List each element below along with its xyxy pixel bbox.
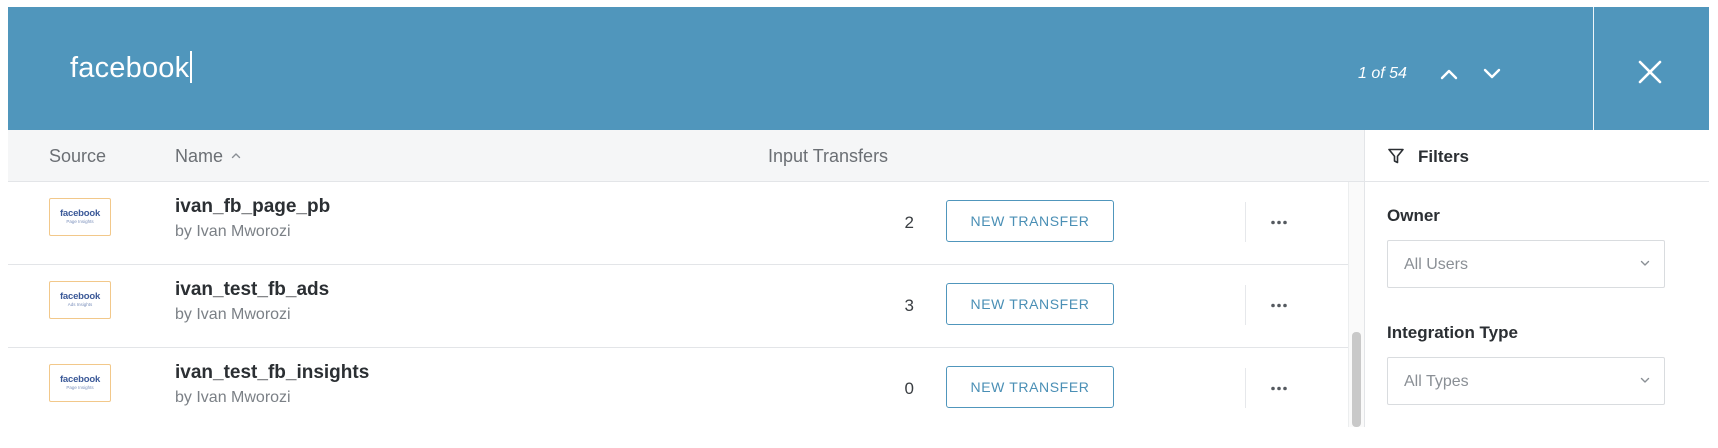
search-query: facebook bbox=[70, 52, 190, 84]
search-input[interactable]: facebook bbox=[70, 51, 192, 85]
header-divider bbox=[1593, 7, 1594, 130]
integration-type-select-value: All Types bbox=[1404, 373, 1469, 390]
match-counter: 1 of 54 bbox=[1358, 65, 1407, 82]
owner-select[interactable]: All Users bbox=[1387, 240, 1665, 288]
close-icon bbox=[1638, 60, 1662, 84]
more-options-button[interactable] bbox=[1264, 210, 1294, 234]
filters-panel: Filters Owner All Users Integration Type… bbox=[1364, 130, 1709, 427]
search-bar: facebook 1 of 54 bbox=[8, 7, 1709, 130]
chevron-down-icon bbox=[1640, 377, 1650, 383]
filters-header[interactable]: Filters bbox=[1365, 130, 1709, 182]
column-header-input-transfers[interactable]: Input Transfers bbox=[768, 146, 888, 167]
logo-brand: facebook bbox=[59, 291, 101, 302]
ellipsis-icon bbox=[1271, 303, 1287, 307]
integration-owner: by Ivan Mworozi bbox=[175, 389, 291, 406]
row-divider bbox=[1245, 368, 1246, 408]
more-options-button[interactable] bbox=[1264, 293, 1294, 317]
text-caret bbox=[190, 51, 192, 83]
facebook-logo: facebook Ads Insights bbox=[49, 281, 111, 319]
new-transfer-button[interactable]: NEW TRANSFER bbox=[946, 200, 1114, 242]
facebook-logo: facebook Page Insights bbox=[49, 364, 111, 402]
integration-owner: by Ivan Mworozi bbox=[175, 223, 291, 240]
row-divider bbox=[1245, 202, 1246, 242]
chevron-up-icon bbox=[1440, 69, 1458, 80]
search-results-window: facebook 1 of 54 Source Name Input Trans… bbox=[8, 7, 1709, 427]
integrations-table: Source Name Input Transfers facebook Pag… bbox=[8, 130, 1364, 427]
chevron-down-icon bbox=[1483, 68, 1501, 79]
input-transfers-count: 0 bbox=[904, 379, 914, 398]
filters-title: Filters bbox=[1418, 147, 1470, 166]
more-options-button[interactable] bbox=[1264, 376, 1294, 400]
next-match-button[interactable] bbox=[1477, 59, 1507, 89]
table-row[interactable]: facebook Page Insights ivan_fb_page_pb b… bbox=[8, 182, 1348, 265]
integration-name[interactable]: ivan_fb_page_pb bbox=[175, 196, 330, 218]
close-search-button[interactable] bbox=[1628, 50, 1672, 94]
ellipsis-icon bbox=[1271, 220, 1287, 224]
table-header: Source Name Input Transfers bbox=[8, 130, 1364, 182]
row-divider bbox=[1245, 285, 1246, 325]
logo-subtitle: Page Insights bbox=[66, 385, 94, 390]
column-header-source[interactable]: Source bbox=[49, 146, 106, 167]
logo-brand: facebook bbox=[59, 208, 101, 219]
sort-ascending-icon bbox=[231, 153, 241, 159]
facebook-logo: facebook Page Insights bbox=[49, 198, 111, 236]
integration-type-select[interactable]: All Types bbox=[1387, 357, 1665, 405]
scrollbar-thumb[interactable] bbox=[1352, 332, 1361, 427]
funnel-icon bbox=[1388, 148, 1404, 164]
owner-select-value: All Users bbox=[1404, 256, 1469, 273]
vertical-scrollbar[interactable] bbox=[1348, 182, 1364, 427]
input-transfers-count: 2 bbox=[904, 213, 914, 232]
logo-subtitle: Ads Insights bbox=[67, 302, 93, 307]
column-header-name[interactable]: Name bbox=[175, 146, 241, 167]
column-header-name-label: Name bbox=[175, 146, 224, 166]
chevron-down-icon bbox=[1640, 260, 1650, 266]
integration-owner: by Ivan Mworozi bbox=[175, 306, 291, 323]
table-row[interactable]: facebook Page Insights ivan_test_fb_insi… bbox=[8, 348, 1348, 427]
previous-match-button[interactable] bbox=[1434, 59, 1464, 89]
table-row[interactable]: facebook Ads Insights ivan_test_fb_ads b… bbox=[8, 265, 1348, 348]
input-transfers-count: 3 bbox=[904, 296, 914, 315]
new-transfer-button[interactable]: NEW TRANSFER bbox=[946, 283, 1114, 325]
integration-name[interactable]: ivan_test_fb_ads bbox=[175, 279, 329, 301]
ellipsis-icon bbox=[1271, 386, 1287, 390]
logo-subtitle: Page Insights bbox=[66, 219, 94, 224]
integration-type-filter-label: Integration Type bbox=[1387, 323, 1518, 342]
new-transfer-button[interactable]: NEW TRANSFER bbox=[946, 366, 1114, 408]
owner-filter-label: Owner bbox=[1387, 206, 1440, 225]
integration-name[interactable]: ivan_test_fb_insights bbox=[175, 362, 369, 384]
logo-brand: facebook bbox=[59, 374, 101, 385]
